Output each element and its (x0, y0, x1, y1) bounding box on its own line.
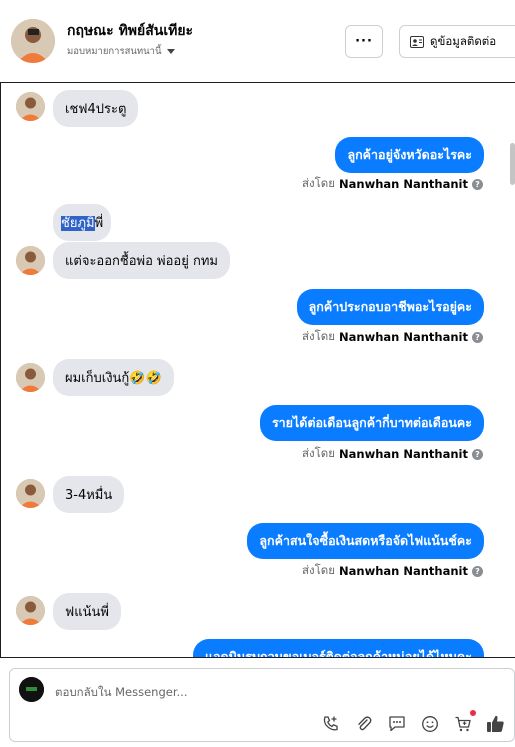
info-icon[interactable]: ? (472, 565, 483, 577)
incoming-message[interactable]: แต่จะออกชื้อพ่อ พ่ออยู่ กทม (53, 242, 230, 279)
sent-by-prefix: ส่งโดย (301, 176, 336, 190)
like-icon[interactable] (485, 713, 506, 734)
view-contact-label: ดูข้อมูลติดต่อ (430, 33, 497, 48)
outgoing-message[interactable]: ลูกค้าสนใจซื้อเงินสดหรือจัดไฟแน้นช์คะ (247, 523, 484, 559)
conversation-header: กฤษณะ ทิพย์สันเทียะ มอบหมายการสนทนานี้ ·… (0, 0, 515, 82)
message-text: พี่ (94, 216, 104, 231)
outgoing-message[interactable]: แอดมินรบกวนขอเบอร์ติดต่อลูกค้าหน่อยได้ไห… (192, 639, 484, 657)
attach-icon[interactable] (353, 713, 374, 734)
sent-by-info: ส่งโดย Nanwhan Nanthanit ? (302, 562, 483, 580)
sent-by-agent[interactable]: Nanwhan Nanthanit (339, 177, 468, 191)
info-icon[interactable]: ? (472, 448, 483, 460)
customer-avatar-small (16, 596, 45, 625)
customer-avatar-small (16, 363, 45, 392)
incoming-message[interactable]: 3-4หมื่น (53, 476, 125, 513)
customer-avatar-small (16, 246, 45, 275)
incoming-message[interactable]: เชฟ4ประตู (53, 90, 139, 127)
incoming-message[interactable]: ฟแน้นพี่ (53, 593, 121, 630)
customer-avatar-small (16, 479, 45, 508)
sent-by-agent[interactable]: Nanwhan Nanthanit (339, 564, 468, 578)
assign-label: มอบหมายการสนทนานี้ (67, 46, 162, 57)
notification-dot (470, 710, 476, 716)
customer-avatar-small (16, 92, 45, 121)
incoming-message[interactable]: ผมเก็บเงินกู้🤣🤣 (53, 359, 174, 396)
caret-down-icon (166, 49, 175, 54)
sent-by-prefix: ส่งโดย (301, 446, 336, 460)
sent-by-info: ส่งโดย Nanwhan Nanthanit ? (302, 175, 483, 193)
outgoing-message[interactable]: รายได้ต่อเดือนลูกค้ากี่บาทต่อเดือนคะ (259, 405, 484, 441)
more-icon: ··· (355, 34, 373, 49)
more-options-button[interactable]: ··· (345, 25, 383, 58)
sent-by-info: ส่งโดย Nanwhan Nanthanit ? (302, 328, 483, 346)
sent-by-info: ส่งโดย Nanwhan Nanthanit ? (302, 445, 483, 463)
sent-by-agent[interactable]: Nanwhan Nanthanit (339, 330, 468, 344)
outgoing-message[interactable]: ลูกค้าอยู่จังหวัดอะไรคะ (335, 137, 484, 173)
assign-conversation-dropdown[interactable]: มอบหมายการสนทนานี้ (67, 44, 175, 59)
info-icon[interactable]: ? (472, 331, 483, 343)
sent-by-prefix: ส่งโดย (301, 329, 336, 343)
reply-input[interactable]: ตอบกลับใน Messenger... (55, 684, 187, 702)
chat-template-icon[interactable] (386, 713, 407, 734)
composer-toolbar (320, 710, 506, 734)
thread-scrollbar[interactable] (510, 143, 515, 185)
highlighted-text: ชัยภูมิ (61, 216, 95, 231)
message-thread[interactable]: เชฟ4ประตู ลูกค้าอยู่จังหวัดอะไรคะ ส่งโดย… (0, 82, 515, 658)
info-icon[interactable]: ? (472, 178, 483, 190)
sent-by-agent[interactable]: Nanwhan Nanthanit (339, 447, 468, 461)
contact-card-icon (410, 35, 424, 48)
customer-name[interactable]: กฤษณะ ทิพย์สันเทียะ (67, 20, 193, 42)
sent-by-prefix: ส่งโดย (301, 563, 336, 577)
reply-composer: ตอบกลับใน Messenger... (9, 668, 515, 742)
emoji-icon[interactable] (419, 713, 440, 734)
call-add-icon[interactable] (320, 713, 341, 734)
incoming-message[interactable]: ชัยภูมิพี่ (53, 204, 112, 241)
customer-avatar[interactable] (11, 19, 55, 63)
outgoing-message[interactable]: ลูกค้าประกอบอาชีพอะไรอยู่คะ (296, 289, 484, 325)
page-avatar (19, 677, 44, 702)
cart-icon[interactable] (452, 710, 476, 734)
view-contact-button[interactable]: ดูข้อมูลติดต่อ (399, 25, 515, 58)
